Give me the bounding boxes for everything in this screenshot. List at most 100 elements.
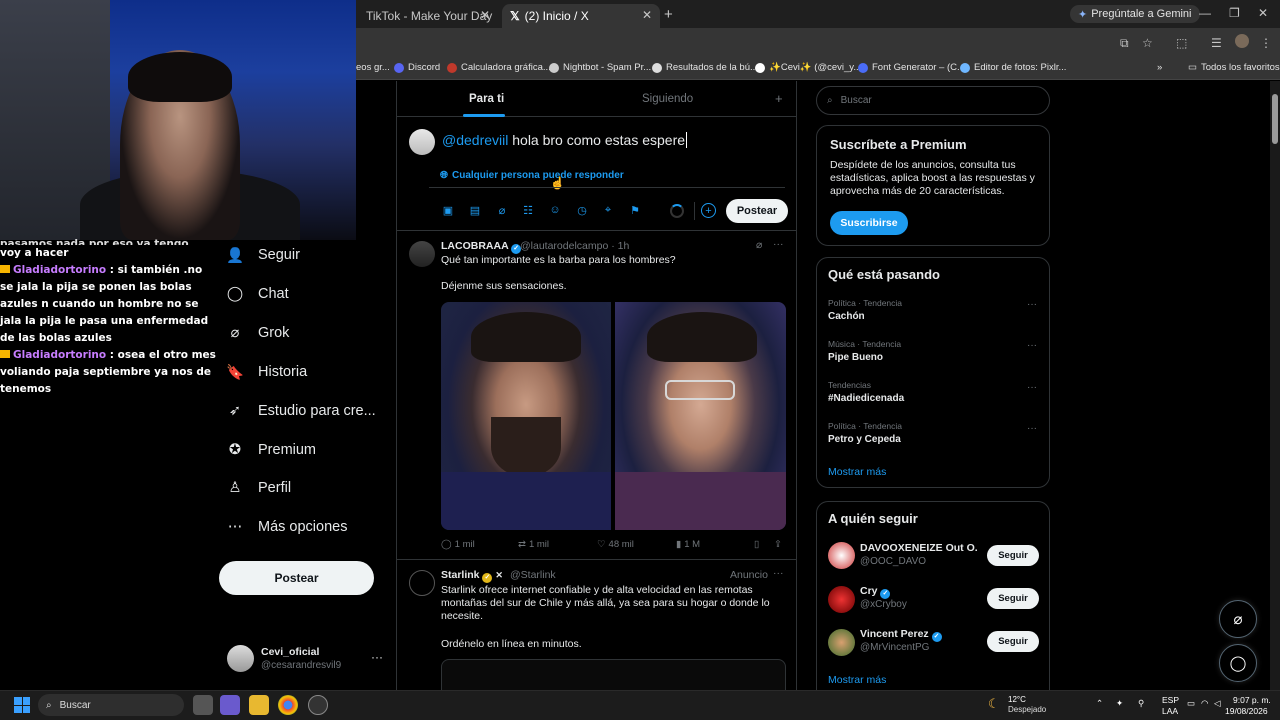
restore-icon[interactable]: ❐ xyxy=(1229,6,1240,20)
tweet-image[interactable] xyxy=(441,302,611,530)
wifi-icon[interactable]: ◠ xyxy=(1201,698,1208,709)
profile-avatar[interactable] xyxy=(1235,34,1249,48)
minimize-icon[interactable]: — xyxy=(1199,6,1211,20)
scrollbar-thumb[interactable] xyxy=(1272,94,1278,144)
share-icon[interactable]: ⇪ xyxy=(774,539,782,550)
reply-setting[interactable]: 🌐︎ Cualquier persona puede responder xyxy=(440,170,624,181)
bookmark-pixlr[interactable]: Editor de fotos: Pixlr... xyxy=(960,62,1066,73)
bookmark-icon[interactable]: ▯ xyxy=(754,539,759,550)
chrome-icon[interactable] xyxy=(278,695,298,715)
display-icon[interactable]: ▭ xyxy=(1187,698,1195,709)
trend-name[interactable]: #Nadiedicenada xyxy=(828,393,904,404)
clock-time[interactable]: 9:07 p. m. xyxy=(1233,695,1271,705)
bookmark-item[interactable]: eos gr... xyxy=(356,62,390,73)
close-icon[interactable]: ✕ xyxy=(480,8,490,22)
follow-name[interactable]: Cry ✓ xyxy=(860,585,978,599)
trend-name[interactable]: Petro y Cepeda xyxy=(828,434,901,445)
follow-name[interactable]: Vincent Perez ✓ xyxy=(860,628,978,642)
follow-name[interactable]: DAVOOXENEIZE Out O... xyxy=(860,542,978,554)
gemini-button[interactable]: ✦ Pregúntale a Gemini xyxy=(1070,5,1200,23)
avatar[interactable] xyxy=(828,542,855,569)
avatar[interactable] xyxy=(409,129,435,155)
microphone-icon[interactable]: ⚲ xyxy=(1138,698,1144,709)
more-icon[interactable]: ··· xyxy=(773,567,784,579)
nav-item-grok[interactable]: ⌀ Grok xyxy=(226,324,290,342)
bookmark-tiktok[interactable]: ✨Cevi✨ (@cevi_y... xyxy=(755,62,861,73)
grok-fab-icon[interactable]: ⌀ xyxy=(1219,600,1257,638)
follow-button[interactable]: Seguir xyxy=(987,631,1039,652)
more-icon[interactable]: ··· xyxy=(1027,382,1037,393)
add-tab-icon[interactable]: + xyxy=(775,91,783,106)
subscribe-button[interactable]: Suscribirse xyxy=(830,211,908,235)
avatar[interactable] xyxy=(227,645,254,672)
volume-icon[interactable]: ◁ xyxy=(1214,698,1221,709)
tab-para-ti[interactable]: Para ti xyxy=(469,93,504,105)
install-icon[interactable]: ⧉ xyxy=(1120,36,1129,51)
bookmark-nightbot[interactable]: Nightbot - Spam Pr... xyxy=(549,62,651,73)
nav-item-historia[interactable]: 🔖 Historia xyxy=(226,363,307,381)
compose-input[interactable]: @dedreviil hola bro como estas espere xyxy=(442,132,688,148)
tab-siguiendo[interactable]: Siguiendo xyxy=(642,93,693,105)
gif-icon[interactable]: ▤ xyxy=(468,203,482,217)
follow-button[interactable]: Seguir xyxy=(987,588,1039,609)
nav-item-seguir[interactable]: 👤 Seguir xyxy=(226,246,300,264)
tweet-author[interactable]: Starlink ✓ ✕ xyxy=(441,569,503,583)
chevron-right-icon[interactable]: » xyxy=(1157,62,1162,73)
nav-item-premium[interactable]: ✪ Premium xyxy=(226,441,316,459)
scrollbar[interactable] xyxy=(1270,81,1280,690)
app-icon[interactable] xyxy=(220,695,240,715)
ad-media[interactable] xyxy=(441,659,786,690)
schedule-icon[interactable]: ◷ xyxy=(575,203,589,217)
grok-icon[interactable]: ⌀ xyxy=(756,239,762,251)
tab-search-icon[interactable]: ☰ xyxy=(1211,36,1222,50)
language-code[interactable]: ESP xyxy=(1162,695,1179,705)
bookmark-results[interactable]: Resultados de la bú... xyxy=(652,62,758,73)
avatar[interactable] xyxy=(409,570,435,596)
bookmark-calculator[interactable]: Calculadora gráfica... xyxy=(447,62,551,73)
windows-start-icon[interactable] xyxy=(14,697,30,713)
emoji-icon[interactable]: ☺ xyxy=(548,203,562,217)
browser-tab-x[interactable]: 𝕏 (2) Inicio / X ✕ xyxy=(502,4,660,28)
location-icon[interactable]: ⌖ xyxy=(601,203,615,217)
more-icon[interactable]: ··· xyxy=(371,650,383,664)
nav-item-perfil[interactable]: ♙ Perfil xyxy=(226,479,292,497)
network-icon[interactable]: ✦ xyxy=(1116,698,1123,709)
views-action[interactable]: ▮ 1 M xyxy=(676,539,700,550)
close-icon[interactable]: ✕ xyxy=(642,8,652,22)
menu-icon[interactable]: ⋮ xyxy=(1260,36,1272,50)
show-more-link[interactable]: Mostrar más xyxy=(828,466,886,478)
image-icon[interactable]: ▣ xyxy=(441,203,455,217)
flag-icon[interactable]: ⚑ xyxy=(628,203,642,217)
search-input[interactable]: ⌕ Buscar xyxy=(816,86,1050,115)
poll-icon[interactable]: ☷ xyxy=(521,203,535,217)
tweet-image[interactable] xyxy=(615,302,786,530)
tweet-author[interactable]: LACOBRAAA ✓ xyxy=(441,240,522,254)
avatar[interactable] xyxy=(409,241,435,267)
obs-icon[interactable] xyxy=(308,695,328,715)
chevron-up-icon[interactable]: ⌃ xyxy=(1096,698,1103,709)
nav-item-estudio[interactable]: ➶ Estudio para cre... xyxy=(226,402,376,420)
more-icon[interactable]: ··· xyxy=(1027,299,1037,310)
extensions-icon[interactable]: ⬚ xyxy=(1176,36,1187,50)
clock-date[interactable]: 19/08/2026 xyxy=(1225,706,1268,716)
nav-item-more[interactable]: ⋯ Más opciones xyxy=(226,518,348,536)
reply-action[interactable]: ◯ 1 mil xyxy=(441,539,475,550)
bookmark-discord[interactable]: Discord xyxy=(394,62,440,73)
file-explorer-icon[interactable] xyxy=(249,695,269,715)
task-view-icon[interactable] xyxy=(193,695,213,715)
bookmark-font-generator[interactable]: Font Generator – (C... xyxy=(858,62,965,73)
more-icon[interactable]: ··· xyxy=(1027,423,1037,434)
language-layout[interactable]: LAA xyxy=(1162,706,1178,716)
more-icon[interactable]: ··· xyxy=(773,238,784,250)
bookmark-star-icon[interactable]: ☆ xyxy=(1142,36,1153,50)
all-bookmarks[interactable]: ▭ Todos los favoritos xyxy=(1188,62,1280,73)
avatar[interactable] xyxy=(828,586,855,613)
follow-button[interactable]: Seguir xyxy=(987,545,1039,566)
more-icon[interactable]: ··· xyxy=(1027,340,1037,351)
account-name[interactable]: Cevi_oficial xyxy=(261,646,319,658)
nav-item-chat[interactable]: ◯ Chat xyxy=(226,285,289,303)
window-close-icon[interactable]: ✕ xyxy=(1258,6,1268,20)
taskbar-search[interactable]: ⌕ Buscar xyxy=(38,694,184,716)
retweet-action[interactable]: ⇄ 1 mil xyxy=(518,539,549,550)
like-action[interactable]: ♡ 48 mil xyxy=(597,539,634,550)
